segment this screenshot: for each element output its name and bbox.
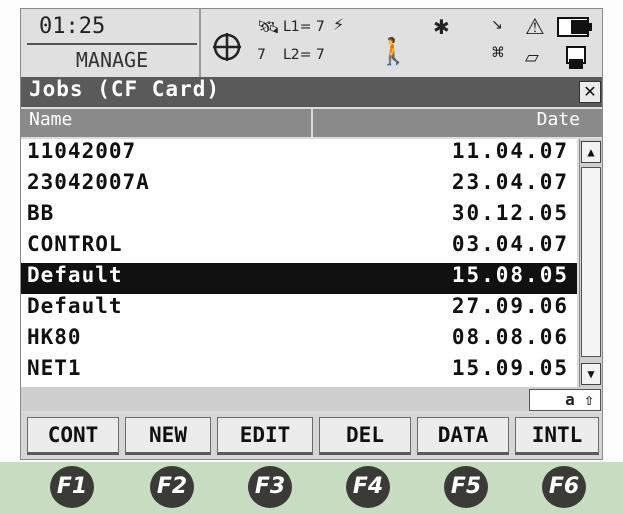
- satellite-count: 7: [257, 47, 266, 63]
- list-item[interactable]: HK80 08.08.06: [21, 325, 577, 356]
- f4-key[interactable]: F4: [346, 466, 390, 508]
- data-button[interactable]: DATA: [417, 417, 509, 455]
- crosshair-icon: [213, 33, 241, 61]
- job-date: 03.04.07: [451, 232, 569, 256]
- status-bar: 01:25 MANAGE 🛰 7 L1= 7 L2= 7 ⚡ 🚶 ✱ ↘ ⌘ ⚠…: [21, 9, 602, 77]
- status-divider: [199, 9, 201, 77]
- sd-card-icon: [566, 46, 586, 69]
- l1-count: L1= 7: [283, 19, 325, 35]
- job-date: 30.12.05: [451, 201, 569, 225]
- satellite-icon: 🛰: [257, 17, 280, 38]
- column-header-name[interactable]: Name: [29, 109, 72, 130]
- new-button[interactable]: NEW: [125, 417, 211, 455]
- scroll-thumb[interactable]: [581, 167, 601, 357]
- info-bar: a ⇧: [21, 387, 602, 411]
- job-date: 15.09.05: [451, 356, 569, 380]
- close-button[interactable]: ✕: [579, 81, 601, 103]
- job-name: BB: [27, 201, 55, 225]
- list-item[interactable]: Default 27.09.06: [21, 294, 577, 325]
- delete-button[interactable]: DEL: [319, 417, 411, 455]
- window-title: Jobs (CF Card): [29, 77, 221, 101]
- list-item[interactable]: NET1 15.09.05: [21, 356, 577, 387]
- title-bar: Jobs (CF Card) ✕: [21, 77, 602, 107]
- f2-key[interactable]: F2: [150, 466, 194, 508]
- job-name: HK80: [27, 325, 82, 349]
- job-name: Default: [27, 294, 123, 318]
- jobs-list: 11042007 11.04.07 23042007A 23.04.07 BB …: [21, 139, 577, 387]
- job-date: 23.04.07: [451, 170, 569, 194]
- scrollbar[interactable]: ▲ ▼: [579, 139, 602, 387]
- device-bezel: 01:25 MANAGE 🛰 7 L1= 7 L2= 7 ⚡ 🚶 ✱ ↘ ⌘ ⚠…: [0, 0, 623, 514]
- clock-divider: [27, 43, 197, 45]
- list-item[interactable]: 23042007A 23.04.07: [21, 170, 577, 201]
- job-date: 15.08.05: [451, 263, 569, 287]
- rover-icon: 🚶: [377, 37, 410, 67]
- job-date: 08.08.06: [451, 325, 569, 349]
- job-name: Default: [27, 263, 123, 287]
- scroll-down-arrow-icon[interactable]: ▼: [581, 363, 601, 385]
- column-headers: Name Date: [21, 109, 602, 137]
- job-name: NET1: [27, 356, 82, 380]
- clock: 01:25: [39, 14, 106, 39]
- f5-key[interactable]: F5: [444, 466, 488, 508]
- clock-panel: 01:25 MANAGE: [27, 13, 197, 73]
- job-name: 23042007A: [27, 170, 150, 194]
- memory-card-icon: ▱: [525, 47, 539, 68]
- input-mode-indicator: a ⇧: [529, 389, 601, 411]
- list-item-selected[interactable]: Default 15.08.05: [21, 263, 577, 294]
- job-date: 11.04.07: [451, 139, 569, 163]
- f1-key[interactable]: F1: [50, 466, 94, 508]
- link-icon: ↘: [491, 17, 503, 33]
- battery-icon: [557, 17, 592, 37]
- signal-icon: ⚡: [333, 15, 345, 34]
- f6-key[interactable]: F6: [542, 466, 586, 508]
- job-date: 27.09.06: [451, 294, 569, 318]
- column-divider: [311, 109, 313, 137]
- scroll-up-arrow-icon[interactable]: ▲: [581, 141, 601, 163]
- list-item[interactable]: BB 30.12.05: [21, 201, 577, 232]
- mode-label: MANAGE: [75, 48, 149, 72]
- intl-button[interactable]: INTL: [515, 417, 599, 455]
- f3-key[interactable]: F3: [248, 466, 292, 508]
- network-icon: ⌘: [491, 45, 505, 61]
- cont-button[interactable]: CONT: [27, 417, 119, 455]
- list-item[interactable]: CONTROL 03.04.07: [21, 232, 577, 263]
- job-name: CONTROL: [27, 232, 123, 256]
- column-header-date[interactable]: Date: [537, 109, 580, 130]
- list-item[interactable]: 11042007 11.04.07: [21, 139, 577, 170]
- device-screen: 01:25 MANAGE 🛰 7 L1= 7 L2= 7 ⚡ 🚶 ✱ ↘ ⌘ ⚠…: [20, 8, 603, 460]
- bluetooth-icon: ✱: [433, 15, 450, 39]
- edit-button[interactable]: EDIT: [217, 417, 313, 455]
- job-name: 11042007: [27, 139, 137, 163]
- softkey-bar: CONT NEW EDIT DEL DATA INTL: [21, 413, 602, 459]
- l2-count: L2= 7: [283, 47, 325, 63]
- function-key-strip: F1 F2 F3 F4 F5 F6: [0, 462, 623, 514]
- antenna-icon: ⚠: [525, 15, 545, 40]
